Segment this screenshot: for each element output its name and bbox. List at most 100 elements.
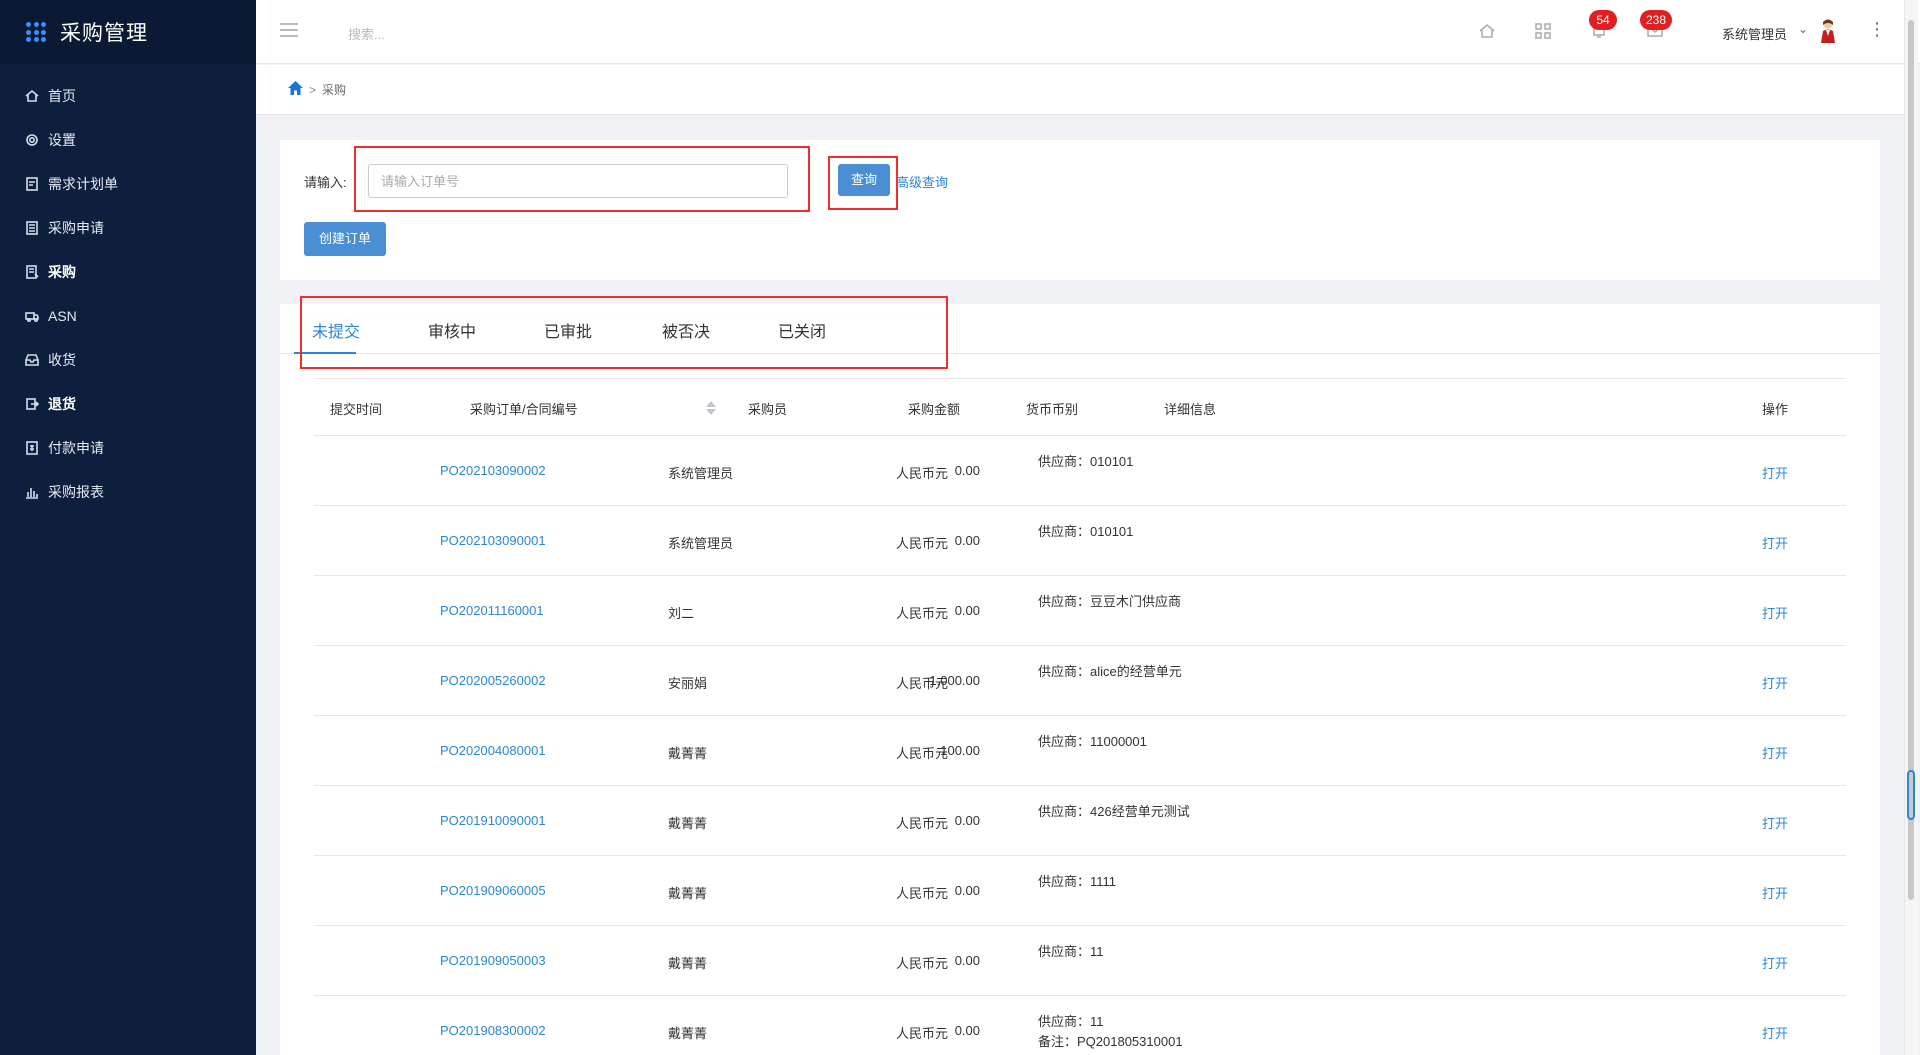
po-number-link[interactable]: PO202004080001	[440, 743, 546, 758]
sidebar-item[interactable]: 需求计划单	[0, 162, 256, 206]
sidebar-item[interactable]: 收货	[0, 338, 256, 382]
header-search-input[interactable]: 搜索...	[348, 24, 385, 43]
cell-currency: 人民币元	[896, 956, 949, 971]
open-link[interactable]: 打开	[1762, 603, 1788, 622]
column-header: 详细信息	[1164, 402, 1217, 417]
cell-buyer: 系统管理员	[668, 466, 734, 481]
table-row: PO202005260002 安丽娟 1,000.00 人民币元 打开 供应商：alice…	[314, 646, 1846, 716]
cell-detail: 供应商：豆豆木门供应商	[1038, 592, 1181, 612]
sidebar-item[interactable]: 付款申请	[0, 426, 256, 470]
advanced-search-link[interactable]: 高级查询	[896, 172, 948, 191]
table-row: PO202004080001 戴菁菁 100.00 人民币元 打开 供应商：1100000…	[314, 716, 1846, 786]
return-icon	[24, 396, 40, 412]
gear-icon	[24, 132, 40, 148]
inbox-icon	[24, 352, 40, 368]
bar-chart-icon	[24, 484, 40, 500]
open-link[interactable]: 打开	[1762, 1023, 1788, 1042]
table-row: PO202011160001 刘二 0.00 人民币元 打开 供应商：豆豆木门供应商	[314, 576, 1846, 646]
open-link[interactable]: 打开	[1762, 813, 1788, 832]
sidebar-item-label: 采购报表	[48, 484, 104, 500]
menu-toggle-icon[interactable]	[280, 23, 298, 39]
cell-buyer: 安丽娟	[668, 676, 708, 691]
detail-supplier: 供应商：11000001	[1038, 734, 1147, 749]
cell-amount: 0.00	[954, 533, 980, 548]
cell-currency: 人民币元	[896, 816, 949, 831]
po-number-link[interactable]: PO201909060005	[440, 883, 546, 898]
po-number-link[interactable]: PO202005260002	[440, 673, 546, 688]
cell-currency: 人民币元	[896, 676, 949, 691]
po-number-link[interactable]: PO202103090002	[440, 463, 546, 478]
message-badge: 238	[1640, 10, 1673, 30]
cell-buyer: 刘二	[668, 606, 695, 621]
cell-buyer: 戴菁菁	[668, 956, 708, 971]
po-number-link[interactable]: PO201910090001	[440, 813, 546, 828]
po-number-link[interactable]: PO202103090001	[440, 533, 546, 548]
po-number-link[interactable]: PO201908300002	[440, 1023, 546, 1038]
cell-detail: 供应商：010101	[1038, 522, 1133, 542]
column-header[interactable]: 采购订单/合同编号	[470, 399, 578, 418]
home-icon[interactable]	[288, 81, 303, 98]
sidebar-item-label: 付款申请	[48, 440, 104, 456]
scrollbar-thumb[interactable]	[1908, 20, 1914, 900]
user-name[interactable]: 系统管理员	[1722, 24, 1787, 43]
cell-currency: 人民币元	[896, 1026, 949, 1041]
search-label: 请输入:	[304, 175, 347, 190]
detail-supplier: 供应商：1111	[1038, 874, 1117, 889]
detail-remark: 备注：PQ201805310001	[1038, 1034, 1183, 1049]
cell-detail: 供应商：11	[1038, 942, 1104, 962]
table-row: PO202103090001 系统管理员 0.00 人民币元 打开 供应商：010101	[314, 506, 1846, 576]
cell-currency: 人民币元	[896, 606, 949, 621]
sidebar-item[interactable]: 设置	[0, 118, 256, 162]
open-link[interactable]: 打开	[1762, 463, 1788, 482]
query-button[interactable]: 查询	[838, 164, 890, 196]
cell-buyer: 系统管理员	[668, 536, 734, 551]
sidebar-item[interactable]: 采购申请	[0, 206, 256, 250]
sidebar: 采购管理 首页 设置 需求计划单 采购申请 采购 ASN 收货 退货 付款申请 采购报表	[0, 0, 256, 1055]
sidebar-item[interactable]: ASN	[0, 294, 256, 338]
home-icon[interactable]	[1478, 22, 1496, 40]
cell-currency: 人民币元	[896, 466, 949, 481]
sidebar-item[interactable]: 采购报表	[0, 470, 256, 514]
sidebar-item-label: 采购申请	[48, 220, 104, 236]
cell-currency: 人民币元	[896, 886, 949, 901]
chevron-down-icon[interactable]: ⌄	[1798, 22, 1808, 36]
sort-icon[interactable]	[706, 401, 716, 417]
sidebar-item[interactable]: 采购	[0, 250, 256, 294]
cell-currency: 人民币元	[896, 746, 949, 761]
grid-icon[interactable]	[1534, 22, 1552, 40]
detail-supplier: 供应商：010101	[1038, 454, 1134, 469]
open-link[interactable]: 打开	[1762, 743, 1788, 762]
sidebar-item-label: 首页	[48, 88, 76, 104]
order-number-input[interactable]	[368, 164, 788, 198]
table-row: PO201910090001 戴菁菁 0.00 人民币元 打开 供应商：426经营单元测试	[314, 786, 1846, 856]
po-number-link[interactable]: PO202011160001	[440, 603, 544, 618]
cell-amount: 0.00	[954, 1023, 980, 1038]
open-link[interactable]: 打开	[1762, 673, 1788, 692]
payment-icon	[24, 440, 40, 456]
table-row: PO201908300002 戴菁菁 0.00 人民币元 打开 供应商：11 备注：PQ20…	[314, 996, 1846, 1055]
sidebar-item[interactable]: 退货	[0, 382, 256, 426]
breadcrumb-bar: > 采购	[256, 65, 1906, 115]
orders-panel: 未提交 审核中 已审批 被否决 已关闭 提交时间 采购订单/合同编号 采购员 采…	[280, 296, 1880, 1055]
purchase-icon	[24, 264, 40, 280]
avatar[interactable]	[1818, 18, 1838, 44]
more-vertical-icon[interactable]: ⋮	[1868, 20, 1886, 38]
open-link[interactable]: 打开	[1762, 533, 1788, 552]
table-row: PO202103090002 系统管理员 0.00 人民币元 打开 供应商：010101	[314, 436, 1846, 506]
sidebar-item[interactable]: 首页	[0, 74, 256, 118]
cell-currency: 人民币元	[896, 536, 949, 551]
cell-detail: 供应商：11 备注：PQ201805310001	[1038, 1012, 1183, 1052]
open-link[interactable]: 打开	[1762, 953, 1788, 972]
cell-detail: 供应商：426经营单元测试	[1038, 802, 1190, 822]
breadcrumb: > 采购	[288, 81, 346, 98]
orders-table: 提交时间 采购订单/合同编号 采购员 采购金额 货币币别 详细信息 操作 PO2…	[314, 378, 1846, 1055]
cell-buyer: 戴菁菁	[668, 1026, 708, 1041]
po-number-link[interactable]: PO201909050003	[440, 953, 546, 968]
open-link[interactable]: 打开	[1762, 883, 1788, 902]
table-row: PO201909060005 戴菁菁 0.00 人民币元 打开 供应商：1111	[314, 856, 1846, 926]
cell-amount: 0.00	[954, 813, 980, 828]
cell-buyer: 戴菁菁	[668, 746, 708, 761]
apps-grid-icon[interactable]	[26, 22, 46, 42]
create-order-button[interactable]: 创建订单	[304, 222, 386, 256]
cell-detail: 供应商：alice的经营单元	[1038, 662, 1182, 682]
